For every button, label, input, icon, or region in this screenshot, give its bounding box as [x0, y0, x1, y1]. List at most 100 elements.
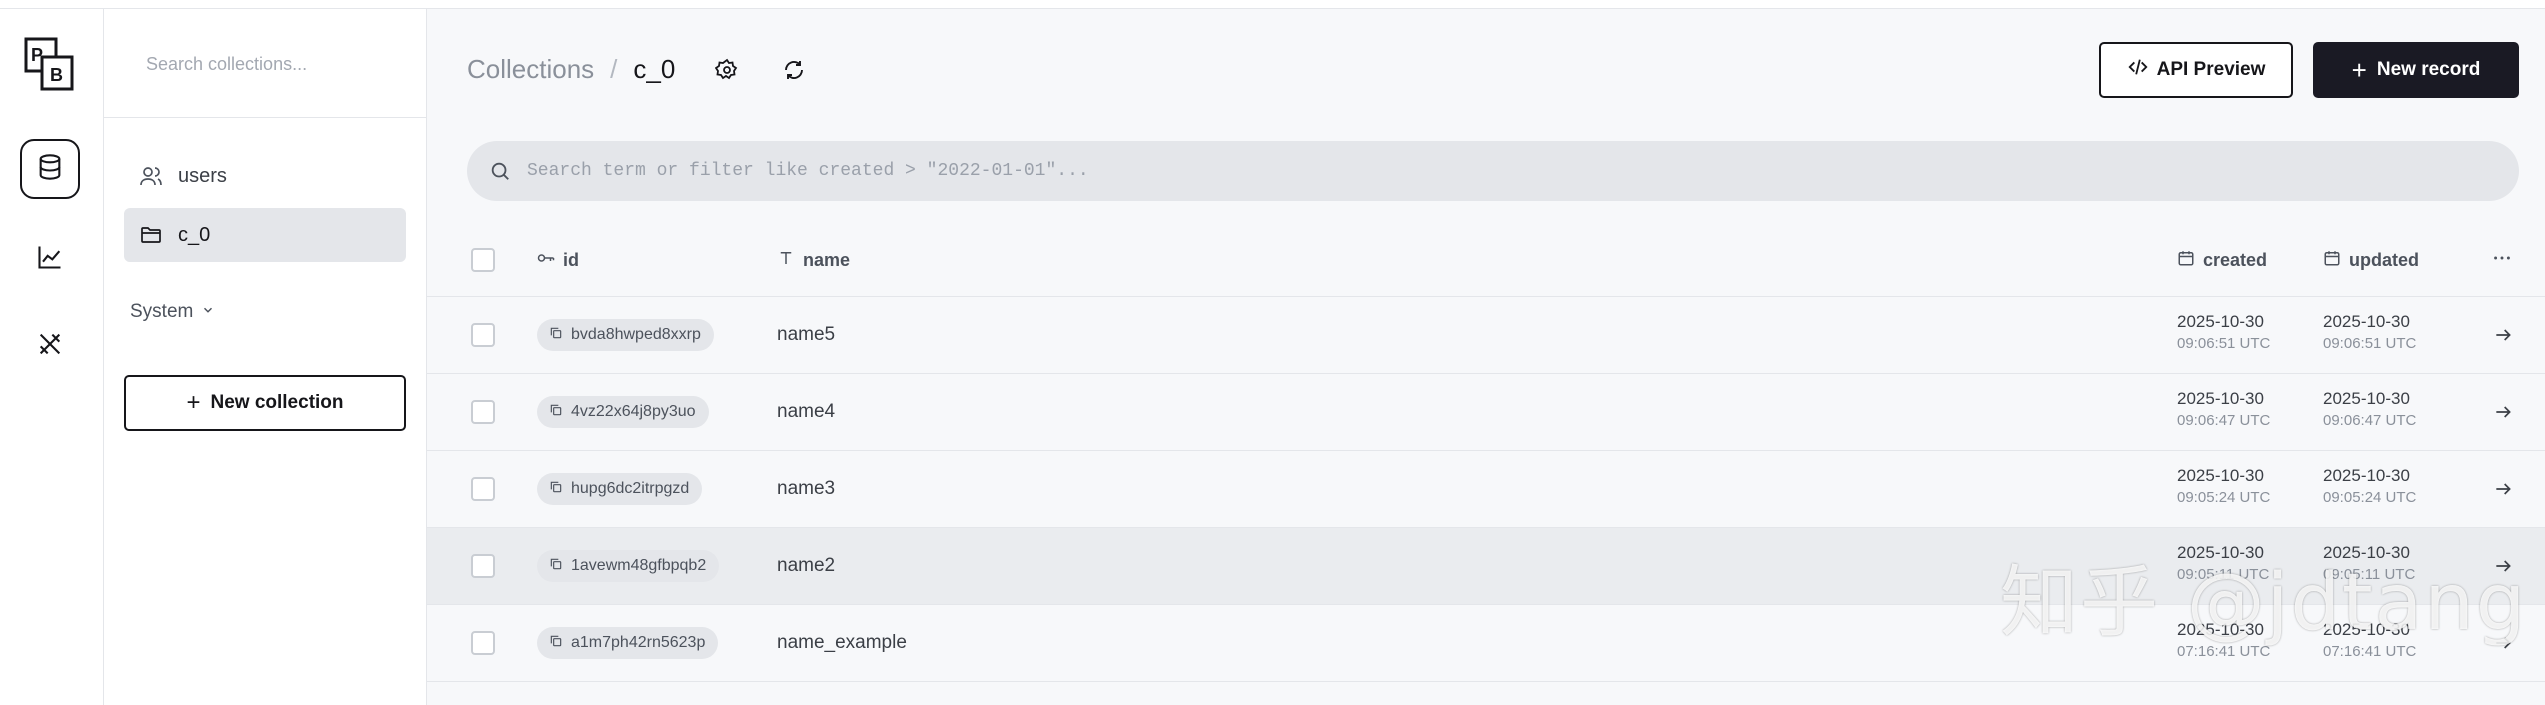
created-cell: 2025-10-30 09:06:51 UTC — [2177, 311, 2270, 355]
database-icon — [36, 153, 64, 186]
sidebar-item-users[interactable]: users — [124, 149, 406, 203]
search-icon — [489, 160, 511, 182]
copy-icon[interactable] — [549, 480, 563, 499]
record-name: name5 — [777, 324, 836, 345]
record-id: 1avewm48gfbpqb2 — [571, 557, 707, 574]
copy-icon[interactable] — [549, 403, 563, 422]
chart-icon — [36, 243, 64, 276]
breadcrumb-current: c_0 — [633, 54, 676, 84]
column-header-name[interactable]: name — [777, 224, 850, 296]
record-name: name4 — [777, 401, 836, 422]
created-cell: 2025-10-30 09:05:24 UTC — [2177, 465, 2270, 509]
record-id-badge[interactable]: bvda8hwped8xxrp — [537, 319, 714, 351]
record-name: name_example — [777, 632, 907, 653]
created-date: 2025-10-30 — [2177, 312, 2264, 331]
calendar-icon — [2323, 249, 2341, 272]
arrow-right-icon[interactable] — [2491, 400, 2515, 424]
api-preview-label: API Preview — [2156, 59, 2266, 80]
plus-icon: + — [2351, 55, 2367, 85]
settings-nav-button[interactable] — [20, 316, 80, 376]
table-row[interactable]: hupg6dc2itrpgzd name3 2025-10-30 09:05:2… — [427, 451, 2545, 528]
more-horizontal-icon — [2491, 247, 2513, 274]
column-header-created[interactable]: created — [2177, 224, 2267, 296]
calendar-icon — [2177, 249, 2195, 272]
new-collection-label: New collection — [210, 392, 344, 413]
updated-cell: 2025-10-30 09:06:47 UTC — [2323, 388, 2416, 432]
system-label: System — [130, 301, 194, 322]
updated-time: 09:06:47 UTC — [2323, 412, 2417, 429]
svg-text:B: B — [50, 65, 63, 85]
user-icon — [138, 163, 164, 189]
sidebar-item-c0[interactable]: c_0 — [124, 208, 406, 262]
folder-icon — [138, 222, 164, 248]
updated-time: 09:06:51 UTC — [2323, 335, 2417, 352]
new-record-button[interactable]: + New record — [2313, 42, 2519, 98]
record-id-badge[interactable]: 4vz22x64j8py3uo — [537, 396, 709, 428]
records-search-bar — [467, 141, 2519, 201]
search-collections-input[interactable] — [144, 46, 398, 82]
table-row[interactable]: bvda8hwped8xxrp name5 2025-10-30 09:06:5… — [427, 297, 2545, 374]
updated-date: 2025-10-30 — [2323, 466, 2410, 485]
select-all-checkbox[interactable] — [471, 248, 495, 272]
new-record-label: New record — [2376, 59, 2481, 80]
record-id-badge[interactable]: hupg6dc2itrpgzd — [537, 473, 703, 505]
arrow-right-icon[interactable] — [2491, 477, 2515, 501]
plus-icon: + — [186, 389, 201, 416]
record-name: name3 — [777, 478, 836, 499]
column-label: created — [2203, 249, 2268, 270]
updated-date: 2025-10-30 — [2323, 312, 2410, 331]
row-checkbox[interactable] — [471, 554, 495, 578]
row-checkbox[interactable] — [471, 400, 495, 424]
record-id: hupg6dc2itrpgzd — [571, 480, 690, 497]
svg-text:P: P — [31, 45, 43, 65]
logs-nav-button[interactable] — [20, 229, 80, 289]
created-date: 2025-10-30 — [2177, 466, 2264, 485]
arrow-right-icon[interactable] — [2491, 323, 2515, 347]
row-checkbox[interactable] — [471, 477, 495, 501]
created-time: 09:06:51 UTC — [2177, 335, 2271, 352]
row-checkbox[interactable] — [471, 631, 495, 655]
collections-nav-button[interactable] — [20, 139, 80, 199]
created-cell: 2025-10-30 09:06:47 UTC — [2177, 388, 2270, 432]
updated-time: 09:05:24 UTC — [2323, 489, 2417, 506]
text-type-icon — [777, 249, 795, 272]
refresh-button[interactable] — [779, 57, 809, 87]
copy-icon[interactable] — [549, 634, 563, 653]
record-id: bvda8hwped8xxrp — [571, 326, 701, 343]
created-time: 09:06:47 UTC — [2177, 412, 2271, 429]
copy-icon[interactable] — [549, 557, 563, 576]
new-collection-button[interactable]: + New collection — [124, 375, 406, 431]
code-icon — [2127, 56, 2149, 84]
copy-icon[interactable] — [549, 326, 563, 345]
collection-settings-button[interactable] — [712, 57, 742, 87]
breadcrumb-root[interactable]: Collections — [467, 54, 594, 85]
column-header-id[interactable]: id — [537, 224, 579, 296]
app-rail: P B — [0, 9, 104, 705]
updated-date: 2025-10-30 — [2323, 389, 2410, 408]
created-time: 09:05:24 UTC — [2177, 489, 2271, 506]
gear-icon — [714, 58, 739, 87]
column-label: updated — [2349, 249, 2419, 270]
column-header-updated[interactable]: updated — [2323, 224, 2419, 296]
record-id-badge[interactable]: a1m7ph42rn5623p — [537, 627, 719, 659]
collections-sidebar: users c_0 System + New collection — [104, 9, 427, 705]
table-row[interactable]: 4vz22x64j8py3uo name4 2025-10-30 09:06:4… — [427, 374, 2545, 451]
refresh-icon — [782, 58, 806, 87]
top-border — [0, 0, 2545, 9]
records-search-input[interactable] — [525, 160, 2519, 182]
record-id: a1m7ph42rn5623p — [571, 634, 706, 651]
system-toggle[interactable]: System — [130, 301, 215, 323]
api-preview-button[interactable]: API Preview — [2099, 42, 2293, 98]
updated-cell: 2025-10-30 09:05:24 UTC — [2323, 465, 2416, 509]
breadcrumb-separator: / — [610, 54, 618, 84]
table-header: id name created updated — [427, 224, 2545, 297]
tools-icon — [36, 330, 64, 363]
row-checkbox[interactable] — [471, 323, 495, 347]
pocketbase-logo[interactable]: P B — [24, 37, 76, 91]
record-name: name2 — [777, 555, 836, 576]
columns-menu-button[interactable] — [2491, 224, 2513, 296]
breadcrumb: Collections / c_0 — [467, 54, 675, 85]
sidebar-search — [104, 9, 426, 118]
column-label: name — [803, 249, 851, 270]
record-id-badge[interactable]: 1avewm48gfbpqb2 — [537, 550, 720, 582]
